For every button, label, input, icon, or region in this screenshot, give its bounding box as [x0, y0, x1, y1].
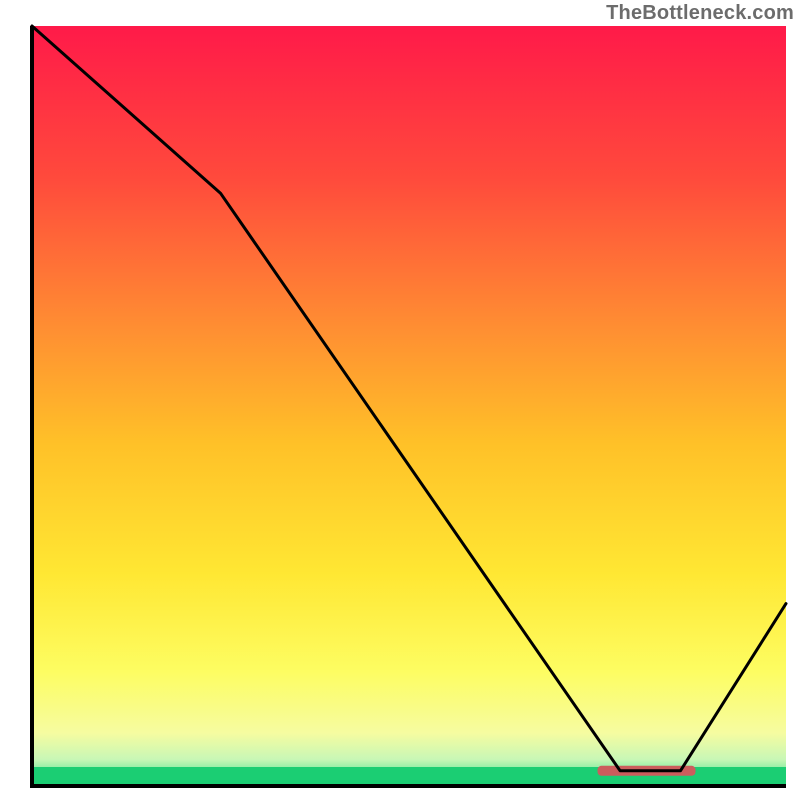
attribution-text: TheBottleneck.com — [606, 2, 794, 25]
plot-background — [32, 26, 786, 786]
bottleneck-chart — [0, 0, 800, 800]
